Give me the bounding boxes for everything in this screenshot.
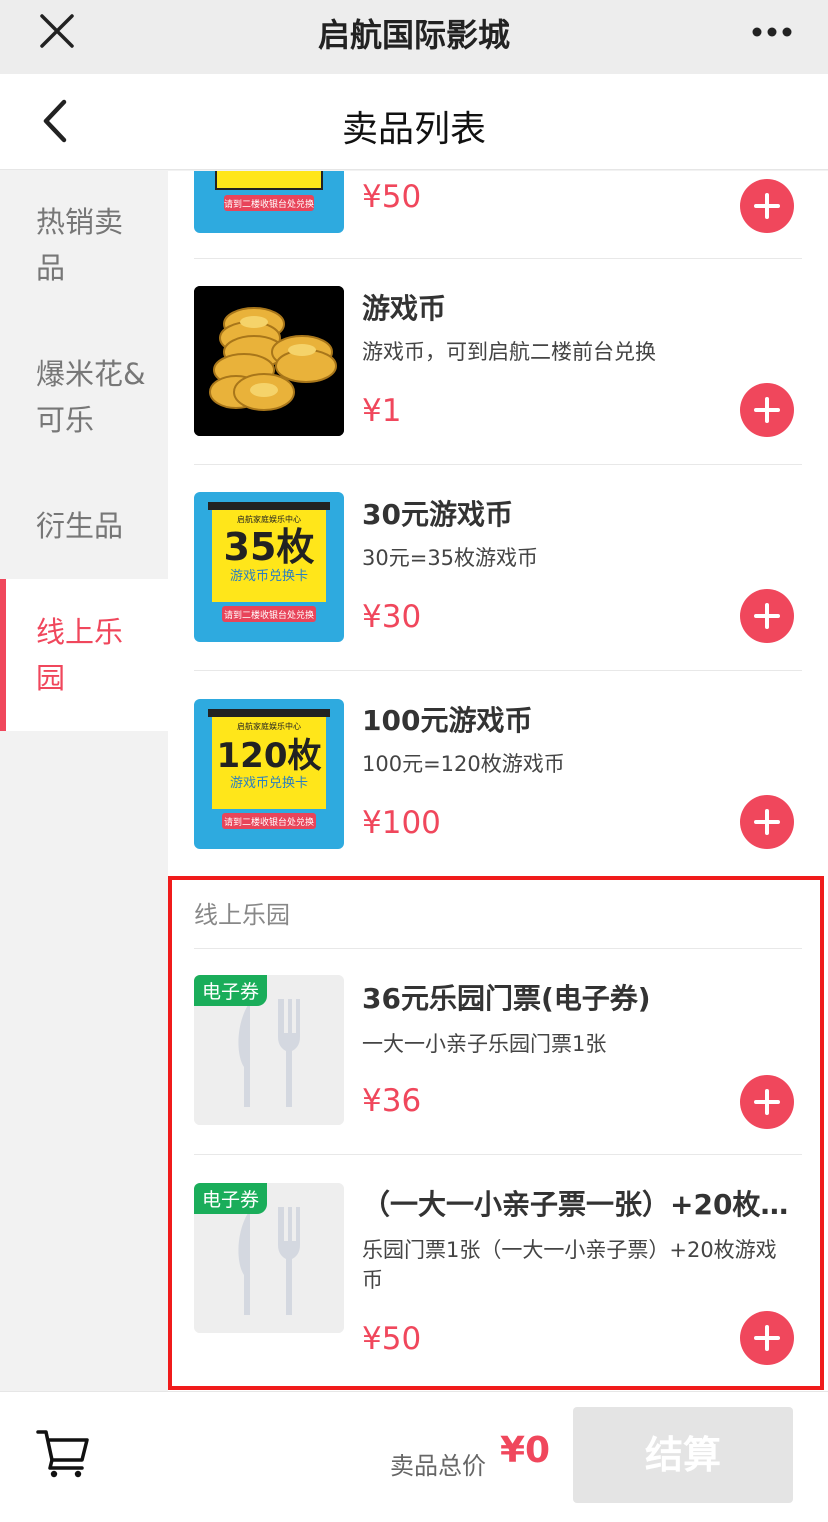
sidebar-item-park[interactable]: 线上乐园 <box>0 579 168 731</box>
product-name: 36元乐园门票(电子券) <box>362 982 651 1015</box>
product-price: ¥36 <box>362 1083 422 1119</box>
cart-bar: 卖品总价 ¥0 结算 <box>0 1391 828 1522</box>
sidebar-item-hot[interactable]: 热销卖品 <box>0 199 168 291</box>
sidebar-item-popcorn[interactable]: 爆米花&可乐 <box>0 351 168 443</box>
more-icon[interactable] <box>752 26 792 38</box>
placeholder-image: 电子券 <box>194 975 344 1125</box>
eticket-badge: 电子券 <box>194 1183 268 1214</box>
product-item[interactable]: 请到二楼收银台处兑换 ¥50 <box>194 171 802 259</box>
product-name: 100元游戏币 <box>362 704 533 737</box>
total-price-label: 卖品总价 <box>390 1452 486 1480</box>
card-count: 120枚 <box>217 736 322 776</box>
product-name: 30元游戏币 <box>362 498 513 531</box>
page-header: 卖品列表 <box>0 74 828 170</box>
product-list: 请到二楼收银台处兑换 ¥50 游戏币 游戏币，可到启航二楼前台兑换 ¥1 启航家… <box>168 171 828 1391</box>
card-brand: 启航家庭娱乐中心 <box>237 721 301 731</box>
add-to-cart-button[interactable] <box>740 589 794 643</box>
section-header: 线上乐园 <box>194 881 802 949</box>
card-subtitle: 游戏币兑换卡 <box>230 776 308 791</box>
card-brand: 启航家庭娱乐中心 <box>237 514 301 524</box>
total-price-value: ¥0 <box>500 1430 551 1471</box>
card-count: 35枚 <box>224 525 315 569</box>
checkout-button[interactable]: 结算 <box>573 1407 793 1503</box>
sidebar-item-merch[interactable]: 衍生品 <box>0 503 168 549</box>
product-name: （一大一小亲子票一张）+20枚… <box>362 1188 789 1221</box>
product-name: 游戏币 <box>362 292 447 325</box>
product-item[interactable]: 电子券 36元乐园门票(电子券) 一大一小亲子乐园门票1张 ¥36 <box>194 949 802 1155</box>
add-to-cart-button[interactable] <box>740 383 794 437</box>
product-item[interactable]: 游戏币 游戏币，可到启航二楼前台兑换 ¥1 <box>194 259 802 465</box>
card-subtitle: 游戏币兑换卡 <box>230 569 308 584</box>
product-item[interactable]: 启航家庭娱乐中心 120枚 游戏币兑换卡 请到二楼收银台处兑换 100元游戏币 … <box>194 671 802 877</box>
product-description: 乐园门票1张（一大一小亲子票）+20枚游戏币 <box>362 1238 777 1292</box>
placeholder-image: 电子券 <box>194 1183 344 1333</box>
wechat-page-title: 启航国际影城 <box>317 16 510 54</box>
eticket-badge: 电子券 <box>194 975 268 1006</box>
product-price: ¥50 <box>362 179 422 215</box>
add-to-cart-button[interactable] <box>740 179 794 233</box>
product-description: 30元=35枚游戏币 <box>362 546 539 570</box>
product-item[interactable]: 启航家庭娱乐中心 35枚 游戏币兑换卡 请到二楼收银台处兑换 30元游戏币 30… <box>194 465 802 671</box>
product-description: 一大一小亲子乐园门票1张 <box>362 1032 607 1056</box>
app: 启航国际影城 卖品列表 热销卖品 爆米花&可乐 衍生品 线上乐园 请到二楼收银台… <box>0 0 828 1522</box>
product-item[interactable]: 电子券 （一大一小亲子票一张）+20枚… 乐园门票1张（一大一小亲子票）+20枚… <box>194 1155 802 1391</box>
product-price: ¥30 <box>362 599 422 635</box>
wechat-title-bar: 启航国际影城 <box>0 0 828 74</box>
card-note: 请到二楼收银台处兑换 <box>224 609 314 621</box>
product-description: 游戏币，可到启航二楼前台兑换 <box>362 340 656 364</box>
add-to-cart-button[interactable] <box>740 1311 794 1365</box>
product-price: ¥100 <box>362 805 441 841</box>
category-sidebar: 热销卖品 爆米花&可乐 衍生品 线上乐园 <box>0 171 168 1391</box>
gold-coins-image <box>194 286 344 436</box>
product-price: ¥1 <box>362 393 402 429</box>
product-description: 100元=120枚游戏币 <box>362 752 565 776</box>
game-coin-card-image: 启航家庭娱乐中心 35枚 游戏币兑换卡 请到二楼收银台处兑换 <box>194 492 344 642</box>
add-to-cart-button[interactable] <box>740 795 794 849</box>
game-coin-card-image: 请到二楼收银台处兑换 <box>194 171 344 233</box>
game-coin-card-image: 启航家庭娱乐中心 120枚 游戏币兑换卡 请到二楼收银台处兑换 <box>194 699 344 849</box>
cart-icon[interactable] <box>36 1428 90 1478</box>
card-note: 请到二楼收银台处兑换 <box>224 816 314 828</box>
page-title: 卖品列表 <box>341 109 486 150</box>
card-note: 请到二楼收银台处兑换 <box>224 198 314 210</box>
add-to-cart-button[interactable] <box>740 1075 794 1129</box>
product-price: ¥50 <box>362 1321 422 1357</box>
